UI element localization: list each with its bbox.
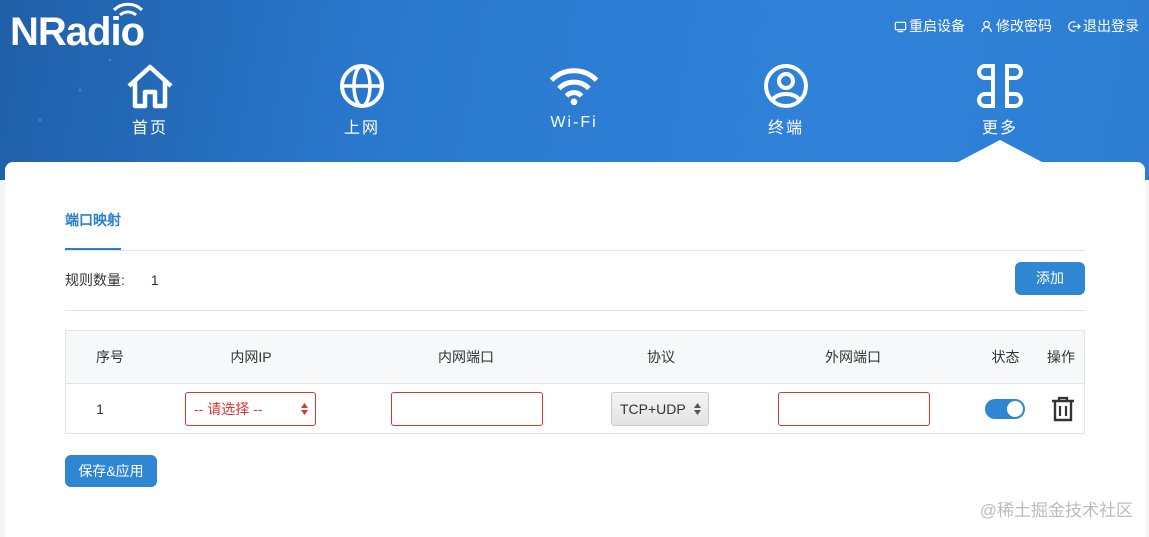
- col-status: 状态: [991, 349, 1020, 365]
- tab-port-mapping[interactable]: 端口映射: [65, 210, 121, 230]
- header-banner: NRadio 重启设备 修改密码 退出登录 首页 上网 Wi-Fi 终端 更多: [0, 0, 1149, 180]
- col-action: 操作: [1047, 349, 1075, 365]
- internal-ip-select[interactable]: -- 请选择 --: [185, 392, 316, 426]
- protocol-select[interactable]: TCP+UDP: [611, 392, 709, 426]
- nav-terminal[interactable]: 终端: [736, 62, 836, 138]
- restart-link[interactable]: 重启设备: [894, 16, 965, 36]
- protocol-value: TCP+UDP: [620, 401, 686, 417]
- wifi-icon: [549, 68, 599, 106]
- wifi-icon: [112, 2, 144, 17]
- row-index: 1: [96, 401, 104, 417]
- table-row: 1 -- 请选择 -- TCP+UDP: [66, 384, 1084, 434]
- select-arrows-icon: [301, 403, 308, 415]
- home-icon: [127, 64, 173, 109]
- change-password-label: 修改密码: [996, 18, 1052, 34]
- top-links: 重启设备 修改密码 退出登录: [894, 16, 1139, 36]
- nav-internet[interactable]: 上网: [312, 62, 412, 138]
- status-cell: [984, 384, 1026, 434]
- col-index: 序号: [96, 349, 124, 365]
- status-toggle[interactable]: [985, 399, 1025, 419]
- rule-count-value: 1: [150, 272, 159, 288]
- col-internal-ip: 内网IP: [230, 349, 272, 365]
- user-circle-icon: [764, 64, 808, 108]
- rule-count-label: 规则数量:: [65, 272, 125, 288]
- restart-label: 重启设备: [909, 18, 965, 34]
- nav-more[interactable]: 更多: [950, 62, 1050, 138]
- protocol-cell: TCP+UDP: [611, 384, 709, 434]
- logout-label: 退出登录: [1083, 18, 1139, 34]
- action-cell: [1048, 384, 1078, 434]
- logout-icon: [1068, 20, 1081, 32]
- nav-home[interactable]: 首页: [100, 62, 200, 138]
- internal-port-cell: [391, 384, 543, 434]
- internal-ip-value: -- 请选择 --: [194, 401, 263, 417]
- nav-internet-label: 上网: [343, 120, 380, 137]
- more-grid-icon: [977, 64, 1023, 108]
- col-internal-port: 内网端口: [438, 349, 494, 365]
- change-password-link[interactable]: 修改密码: [981, 16, 1052, 36]
- internal-port-input[interactable]: [391, 392, 543, 426]
- active-nav-caret: [958, 140, 1042, 162]
- col-external-port: 外网端口: [825, 349, 881, 365]
- globe-icon: [340, 64, 384, 108]
- tab-divider: [65, 250, 1085, 251]
- trash-icon[interactable]: [1051, 396, 1075, 422]
- logout-link[interactable]: 退出登录: [1068, 16, 1139, 36]
- external-port-cell: [778, 384, 930, 434]
- nav-home-label: 首页: [131, 120, 168, 137]
- logo: NRadio: [10, 2, 145, 54]
- save-apply-button[interactable]: 保存&应用: [65, 455, 157, 487]
- select-arrows-icon: [694, 403, 701, 415]
- nav-wifi[interactable]: Wi-Fi: [524, 62, 624, 132]
- nav-wifi-label: Wi-Fi: [550, 114, 598, 131]
- main-panel: 端口映射 规则数量: 1 添加 序号 内网IP 内网端口 协议 外网端口 状态 操…: [5, 162, 1145, 537]
- section-divider: [65, 310, 1085, 311]
- restart-icon: [894, 21, 907, 32]
- nav-terminal-label: 终端: [767, 120, 804, 137]
- port-mapping-table: 序号 内网IP 内网端口 协议 外网端口 状态 操作 1 -- 请选择 -- T…: [65, 330, 1085, 434]
- rule-count: 规则数量: 1: [65, 270, 159, 290]
- external-port-input[interactable]: [778, 392, 930, 426]
- col-protocol: 协议: [647, 349, 675, 365]
- nav-more-label: 更多: [981, 120, 1018, 137]
- internal-ip-cell: -- 请选择 --: [185, 384, 316, 434]
- table-header: 序号 内网IP 内网端口 协议 外网端口 状态 操作: [66, 331, 1084, 384]
- add-button[interactable]: 添加: [1015, 262, 1085, 295]
- toggle-knob: [1007, 401, 1023, 417]
- user-key-icon: [981, 20, 992, 32]
- watermark: @稀土掘金技术社区: [979, 501, 1133, 520]
